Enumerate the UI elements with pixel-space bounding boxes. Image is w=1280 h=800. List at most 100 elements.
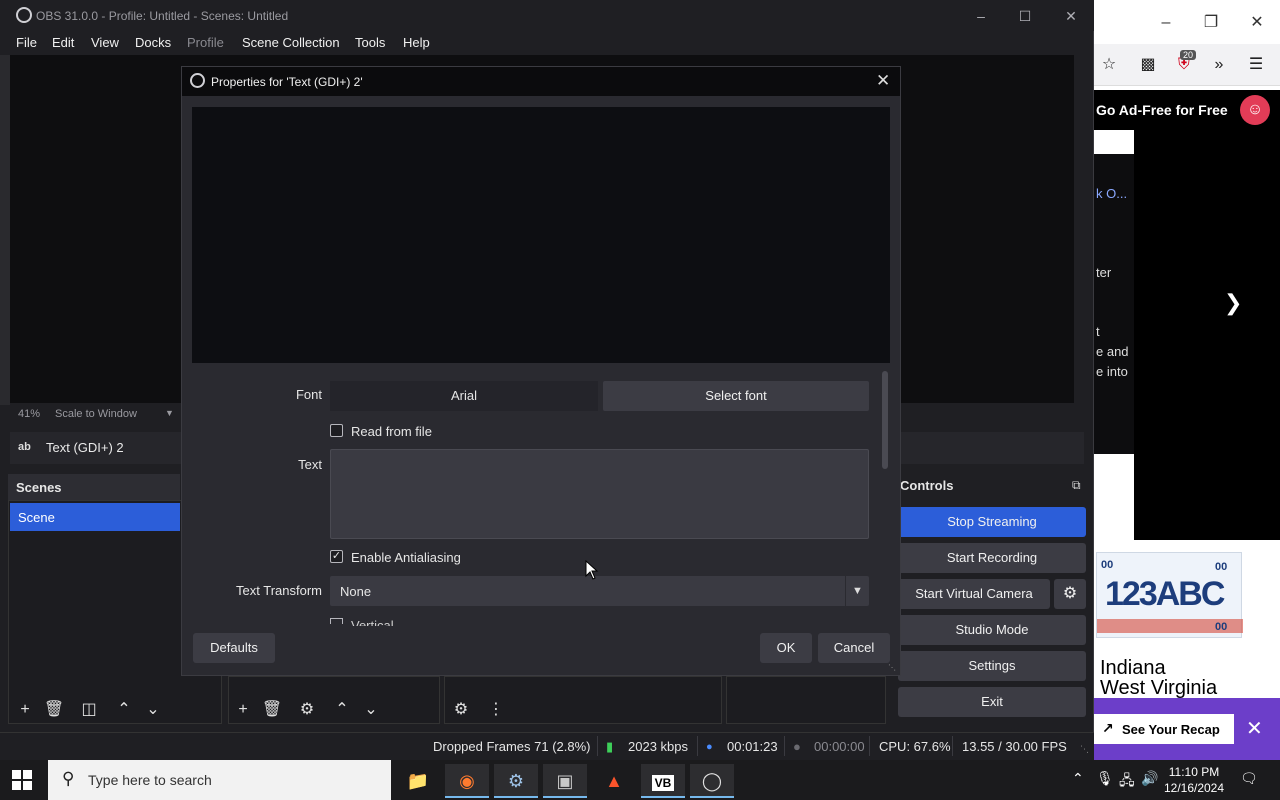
taskbar-search[interactable]: ⚲ Type here to search [48,760,391,800]
undock-icon[interactable]: ⧉ [1072,478,1090,494]
snippet-line[interactable]: k O... [1096,186,1127,201]
source-properties-icon[interactable]: ⚙ [295,698,319,722]
stop-streaming-button[interactable]: Stop Streaming [898,507,1086,537]
menu-docks[interactable]: Docks [135,35,171,50]
chevron-down-icon[interactable]: ▼ [165,408,174,418]
start-virtual-camera-button[interactable]: Start Virtual Camera [898,579,1050,609]
move-down-icon[interactable]: ⌄ [359,698,383,722]
minimize-icon[interactable]: – [1154,12,1178,34]
record-icon: ● [793,739,801,754]
windows-start-icon[interactable] [12,770,32,790]
remove-scene-icon[interactable]: 🗑 [42,698,66,722]
plate-small-text: 00 [1215,621,1228,633]
move-up-icon[interactable]: ⌃ [330,698,354,722]
transitions-dock [726,676,886,724]
show-hidden-icons-icon[interactable]: ⌃ [1072,770,1084,787]
resize-grip-icon[interactable]: ⋱ [888,663,898,673]
hamburger-menu-icon[interactable]: ☰ [1244,54,1268,76]
dialog-title: Properties for 'Text (GDI+) 2' [211,75,363,89]
state-names: Indiana West Virginia [1100,658,1217,698]
obs-taskbar-icon[interactable]: ◯ [690,764,734,798]
extensions-icon[interactable]: ▩ [1136,54,1160,76]
taskbar-clock[interactable]: 11:10 PM 12/16/2024 [1162,764,1226,796]
antialiasing-checkbox[interactable]: ✓ [330,550,343,563]
exit-button[interactable]: Exit [898,687,1086,717]
remove-source-icon[interactable]: 🗑 [260,698,284,722]
zoom-mode-select[interactable]: Scale to Window [55,408,137,420]
add-source-icon[interactable]: + [231,698,255,722]
firefox-icon[interactable]: ◉ [445,764,489,798]
vertical-checkbox[interactable] [330,618,343,624]
add-scene-icon[interactable]: + [13,698,37,722]
cpu-usage: CPU: 67.6% [879,739,951,754]
preview-zoom-bar: 41% Scale to Window ▼ [10,405,180,425]
vertical-label[interactable]: Vertical [351,618,394,626]
close-icon[interactable]: ✕ [876,71,890,91]
see-recap-button[interactable]: ↗ See Your Recap [1094,714,1234,744]
ok-button[interactable]: OK [760,633,812,663]
notification-count-badge: 20 [1180,50,1197,60]
snippet-line: e into [1096,364,1128,379]
scenes-dock-title: Scenes [8,474,180,500]
close-icon[interactable]: ✕ [1245,12,1269,34]
state-name: Indiana [1100,657,1166,679]
read-from-file-label[interactable]: Read from file [351,424,432,439]
move-down-icon[interactable]: ⌄ [141,698,165,722]
maximize-icon[interactable]: ☐ [1010,6,1040,26]
scrollbar-thumb[interactable] [882,371,888,469]
volume-icon[interactable]: 🔊 [1141,770,1158,787]
overflow-chevrons-icon[interactable]: » [1207,54,1231,76]
audio-settings-icon[interactable]: ⚙ [449,698,473,722]
read-from-file-checkbox[interactable] [330,424,343,437]
close-banner-icon[interactable]: ✕ [1246,716,1263,741]
microphone-icon[interactable]: 🎙 [1096,770,1114,787]
text-source-icon: ab [18,441,31,453]
resize-grip-icon[interactable]: ⋱ [1080,744,1089,755]
more-options-icon[interactable]: ⋮ [484,698,508,722]
app-window-icon[interactable]: ▣ [543,764,587,798]
status-divider [952,736,953,756]
steam-icon[interactable]: ⚙ [494,764,538,798]
minimize-icon[interactable]: – [966,6,996,26]
bitrate: 2023 kbps [628,739,688,754]
snippet-line: t [1096,324,1100,339]
network-icon[interactable]: 🖧 [1119,770,1135,794]
menu-profile[interactable]: Profile [187,35,224,50]
scene-filters-icon[interactable]: ◫ [77,698,101,722]
close-icon[interactable]: ✕ [1056,6,1086,26]
brave-icon[interactable]: ▲ [592,764,636,798]
defaults-button[interactable]: Defaults [193,633,275,663]
carousel-next-icon[interactable]: ❯ [1224,290,1242,316]
voicemeeter-icon[interactable]: VB [641,764,685,798]
select-font-button[interactable]: Select font [603,381,869,411]
article-snippet: k O... ter t e and e into [1094,154,1134,454]
move-up-icon[interactable]: ⌃ [112,698,136,722]
obs-logo-icon [190,73,205,88]
restore-icon[interactable]: ❐ [1199,12,1223,34]
settings-button[interactable]: Settings [898,651,1086,681]
background-browser-window: – ❐ ✕ ☆ ▩ ⛨ 20 » ☰ Go Ad-Free for Free ☺… [1094,0,1280,760]
mouse-cursor-icon [585,560,599,580]
file-explorer-icon[interactable]: 📁 [396,764,440,798]
menu-help[interactable]: Help [403,35,430,50]
text-input[interactable] [330,449,869,539]
controls-dock-title: Controls [900,478,954,493]
menu-edit[interactable]: Edit [52,35,74,50]
menu-scene-collection[interactable]: Scene Collection [242,35,340,50]
plate-small-text: 00 [1101,559,1114,571]
notifications-icon[interactable]: 🗨 [1240,770,1258,787]
bookmark-star-icon[interactable]: ☆ [1097,54,1121,76]
virtual-camera-settings-icon[interactable]: ⚙ [1054,579,1086,609]
cancel-button[interactable]: Cancel [818,633,890,663]
account-avatar-icon[interactable]: ☺ [1240,95,1270,125]
zoom-percent: 41% [18,408,41,420]
menu-view[interactable]: View [91,35,119,50]
menu-tools[interactable]: Tools [355,35,385,50]
text-transform-select[interactable]: None ▼ [330,576,869,606]
chevron-down-icon[interactable]: ▼ [845,576,869,606]
antialiasing-label[interactable]: Enable Antialiasing [351,550,461,565]
studio-mode-button[interactable]: Studio Mode [898,615,1086,645]
menu-file[interactable]: File [16,35,37,50]
start-recording-button[interactable]: Start Recording [898,543,1086,573]
scene-item[interactable]: Scene [10,503,180,531]
